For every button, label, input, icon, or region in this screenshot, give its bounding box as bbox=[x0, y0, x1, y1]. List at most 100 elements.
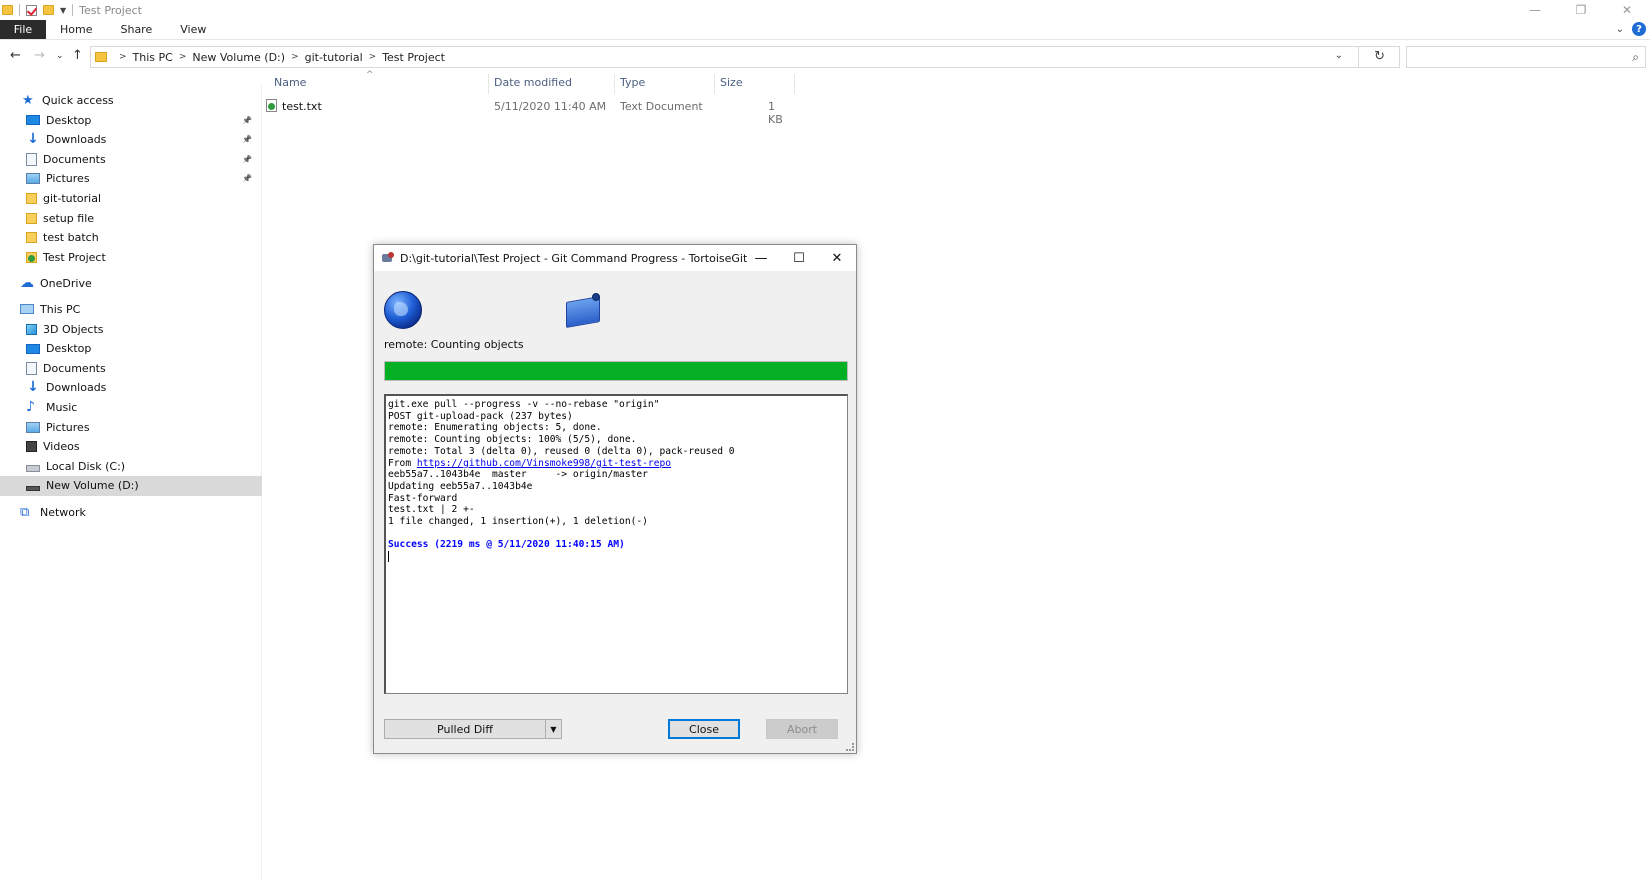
sidebar-item-onedrive[interactable]: ☁ OneDrive bbox=[0, 273, 262, 293]
sidebar-item-documents[interactable]: Documents bbox=[0, 358, 262, 378]
breadcrumb-this-pc[interactable]: This PC bbox=[133, 51, 173, 64]
pictures-icon bbox=[26, 421, 40, 433]
dialog-close-button[interactable]: ✕ bbox=[818, 245, 856, 271]
sidebar-item-label: Quick access bbox=[42, 93, 114, 107]
new-folder-icon[interactable] bbox=[43, 5, 54, 15]
computer-icon bbox=[20, 304, 34, 314]
help-icon[interactable]: ? bbox=[1632, 22, 1646, 36]
sidebar-item-music[interactable]: ♪ Music bbox=[0, 397, 262, 417]
sidebar-item-pictures[interactable]: Pictures bbox=[0, 417, 262, 437]
sidebar-item-downloads[interactable]: ↓ Downloads 📌 bbox=[0, 130, 262, 150]
sidebar-item-videos[interactable]: Videos bbox=[0, 437, 262, 457]
refresh-icon[interactable]: ↻ bbox=[1374, 49, 1385, 64]
command-output-log[interactable]: git.exe pull --progress -v --no-rebase "… bbox=[384, 394, 848, 694]
desktop-icon bbox=[26, 343, 40, 354]
navigation-pane: ★ Quick access Desktop 📌 ↓ Downloads 📌 Docume… bbox=[0, 84, 262, 880]
dialog-maximize-button[interactable]: ☐ bbox=[780, 245, 818, 271]
sidebar-item-label: OneDrive bbox=[40, 276, 92, 290]
sidebar-item-3d-objects[interactable]: 3D Objects bbox=[0, 319, 262, 339]
sidebar-item-test-project[interactable]: Test Project bbox=[0, 247, 262, 267]
dialog-titlebar[interactable]: D:\git-tutorial\Test Project - Git Comma… bbox=[374, 245, 856, 271]
file-row[interactable]: test.txt 5/11/2020 11:40 AM Text Documen… bbox=[262, 98, 783, 126]
tab-home[interactable]: Home bbox=[46, 20, 106, 39]
sidebar-item-label: Test Project bbox=[43, 250, 106, 264]
pin-icon[interactable]: 📌 bbox=[242, 155, 252, 164]
chevron-right-icon[interactable]: > bbox=[291, 52, 299, 62]
column-divider[interactable] bbox=[488, 74, 489, 94]
sidebar-item-network[interactable]: ⧉ Network bbox=[0, 502, 262, 522]
breadcrumb-new-volume[interactable]: New Volume (D:) bbox=[192, 51, 285, 64]
column-header-type[interactable]: Type bbox=[620, 76, 645, 89]
file-name[interactable]: test.txt bbox=[282, 100, 322, 113]
resize-grip[interactable] bbox=[846, 743, 854, 751]
sidebar-item-pictures[interactable]: Pictures 📌 bbox=[0, 169, 262, 189]
recent-locations-icon[interactable]: ⌄ bbox=[56, 51, 64, 61]
abort-button: Abort bbox=[766, 719, 838, 739]
sidebar-item-label: This PC bbox=[40, 302, 81, 316]
tab-view[interactable]: View bbox=[166, 20, 220, 39]
log-line: Fast-forward bbox=[388, 492, 458, 504]
file-date: 5/11/2020 11:40 AM bbox=[494, 100, 607, 113]
sidebar-item-desktop[interactable]: Desktop 📌 bbox=[0, 110, 262, 130]
search-icon: ⌕ bbox=[1632, 50, 1639, 64]
sidebar-item-new-volume-d[interactable]: New Volume (D:) bbox=[0, 475, 262, 496]
address-bar[interactable]: > This PC > New Volume (D:) > git-tutori… bbox=[90, 46, 1400, 68]
log-line: POST git-upload-pack (237 bytes) bbox=[388, 410, 573, 422]
log-line: 1 file changed, 1 insertion(+), 1 deleti… bbox=[388, 516, 648, 528]
pin-icon[interactable]: 📌 bbox=[242, 116, 252, 125]
pulled-diff-button[interactable]: Pulled Diff bbox=[385, 720, 545, 738]
sidebar-item-desktop[interactable]: Desktop bbox=[0, 339, 262, 359]
sidebar-item-quick-access[interactable]: ★ Quick access bbox=[0, 90, 262, 110]
dialog-minimize-button[interactable]: — bbox=[742, 245, 780, 271]
restore-button[interactable]: ❐ bbox=[1558, 0, 1604, 20]
column-divider[interactable] bbox=[714, 74, 715, 94]
sidebar-item-documents[interactable]: Documents 📌 bbox=[0, 149, 262, 169]
expand-ribbon-icon[interactable]: ⌄ bbox=[1616, 24, 1624, 35]
column-divider[interactable] bbox=[794, 74, 795, 94]
divider bbox=[1358, 47, 1359, 67]
pin-icon[interactable]: 📌 bbox=[242, 174, 252, 183]
column-header-size[interactable]: Size bbox=[720, 76, 743, 89]
chevron-down-icon[interactable]: ⌄ bbox=[1335, 50, 1343, 61]
tab-file[interactable]: File bbox=[0, 20, 46, 39]
network-icon: ⧉ bbox=[20, 504, 30, 520]
toolbar-separator bbox=[72, 4, 74, 16]
sidebar-item-this-pc[interactable]: This PC bbox=[0, 299, 262, 319]
forward-icon[interactable]: → bbox=[34, 48, 45, 63]
sidebar-item-git-tutorial[interactable]: git-tutorial bbox=[0, 188, 262, 208]
sidebar-item-label: git-tutorial bbox=[43, 191, 102, 205]
tab-share[interactable]: Share bbox=[106, 20, 166, 39]
breadcrumb-test-project[interactable]: Test Project bbox=[382, 51, 445, 64]
chevron-down-icon[interactable]: ▼ bbox=[545, 720, 561, 738]
chevron-right-icon[interactable]: > bbox=[179, 52, 187, 62]
ribbon-tabs: File Home Share View ⌄ ? bbox=[0, 20, 1650, 40]
search-input[interactable]: ⌕ bbox=[1406, 46, 1646, 68]
minimize-button[interactable]: — bbox=[1512, 0, 1558, 20]
breadcrumb-git-tutorial[interactable]: git-tutorial bbox=[305, 51, 363, 64]
sidebar-item-local-disk-c[interactable]: Local Disk (C:) bbox=[0, 456, 262, 476]
sidebar-item-setup-file[interactable]: setup file bbox=[0, 208, 262, 228]
pictures-icon bbox=[26, 173, 40, 185]
back-icon[interactable]: ← bbox=[10, 48, 21, 63]
sidebar-item-test-batch[interactable]: test batch bbox=[0, 228, 262, 248]
customize-dropdown-icon[interactable]: ▼ bbox=[60, 6, 66, 15]
close-button[interactable]: ✕ bbox=[1604, 0, 1650, 20]
sidebar-item-label: Local Disk (C:) bbox=[46, 459, 126, 473]
pin-icon[interactable]: 📌 bbox=[242, 135, 252, 144]
star-icon: ★ bbox=[22, 92, 34, 108]
column-header-date[interactable]: Date modified bbox=[494, 76, 572, 89]
quick-access-toolbar: ▼ bbox=[0, 4, 74, 16]
column-header-name[interactable]: Name bbox=[274, 76, 306, 89]
folder-icon bbox=[26, 192, 37, 204]
up-icon[interactable]: ↑ bbox=[72, 48, 83, 63]
close-button[interactable]: Close bbox=[668, 719, 740, 739]
column-divider[interactable] bbox=[614, 74, 615, 94]
sidebar-item-downloads[interactable]: ↓ Downloads bbox=[0, 378, 262, 398]
properties-icon[interactable] bbox=[26, 4, 37, 16]
repository-url-link[interactable]: https://github.com/Vinsmoke998/git-test-… bbox=[417, 458, 671, 469]
chevron-right-icon[interactable]: > bbox=[119, 52, 127, 62]
chevron-right-icon[interactable]: > bbox=[369, 52, 377, 62]
navigation-bar: ← → ⌄ ↑ > This PC > New Volume (D:) > gi… bbox=[0, 44, 1650, 70]
success-message: Success (2219 ms @ 5/11/2020 11:40:15 AM… bbox=[388, 539, 625, 551]
log-line: git.exe pull --progress -v --no-rebase "… bbox=[388, 399, 660, 410]
